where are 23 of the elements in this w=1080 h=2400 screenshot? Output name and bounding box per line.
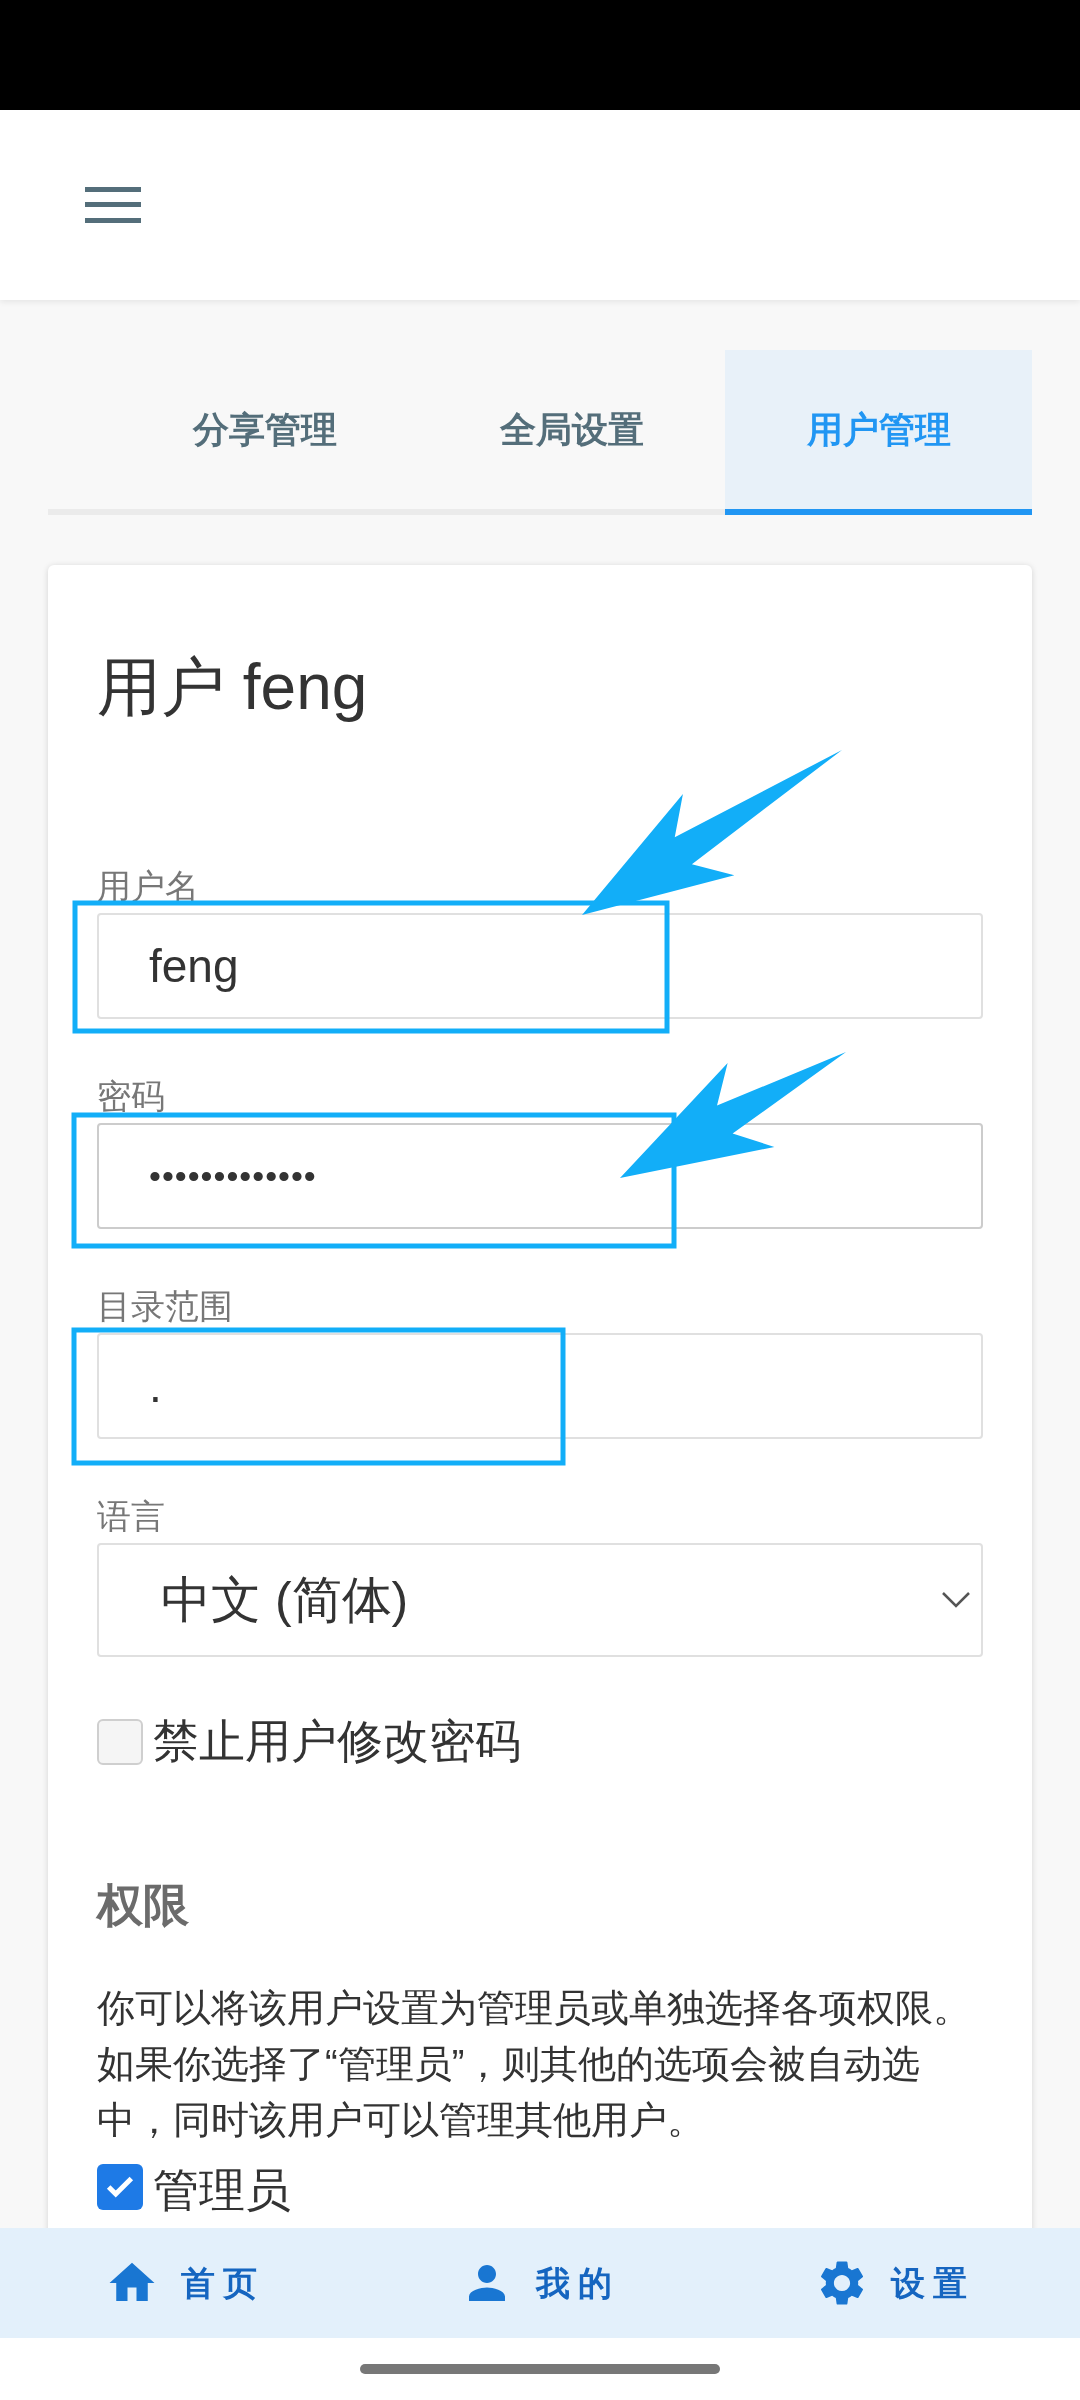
field-label: 密码 xyxy=(97,1079,165,1113)
checkbox[interactable] xyxy=(97,1718,143,1765)
select-value: 中文 (简体) xyxy=(161,1570,409,1630)
nav-item[interactable]: 设置 xyxy=(815,2256,975,2310)
checkbox-label: 管理员 xyxy=(153,2164,291,2216)
nav-item[interactable]: 首页 xyxy=(105,2256,265,2310)
tab[interactable]: 全局设置 xyxy=(418,350,725,515)
menu-icon[interactable] xyxy=(85,187,141,223)
checkbox[interactable] xyxy=(97,2164,143,2210)
password-field[interactable]: ••••••••••••• xyxy=(97,1123,983,1229)
chevron-down-icon xyxy=(941,1591,971,1609)
field-label: 语言 xyxy=(97,1499,165,1533)
text-field[interactable]: . xyxy=(97,1333,983,1439)
field-label: 目录范围 xyxy=(97,1289,233,1323)
tab[interactable]: 用户管理 xyxy=(725,350,1032,515)
section-heading: 权限 xyxy=(97,1878,190,1933)
field-label: 用户名 xyxy=(97,869,199,903)
permissions-description: 你可以将该用户设置为管理员或单独选择各项权限。如果你选择了“管理员”，则其他的选项会被自动选中，同时该用户可以管理其他用户。 xyxy=(97,1986,972,2143)
checkbox-label: 禁止用户修改密码 xyxy=(153,1714,521,1769)
tab[interactable]: 分享管理 xyxy=(111,350,418,515)
text-field[interactable]: feng xyxy=(97,913,983,1019)
nav-item[interactable]: 我的 xyxy=(460,2256,620,2310)
language-select[interactable]: 中文 (简体) xyxy=(97,1543,983,1657)
